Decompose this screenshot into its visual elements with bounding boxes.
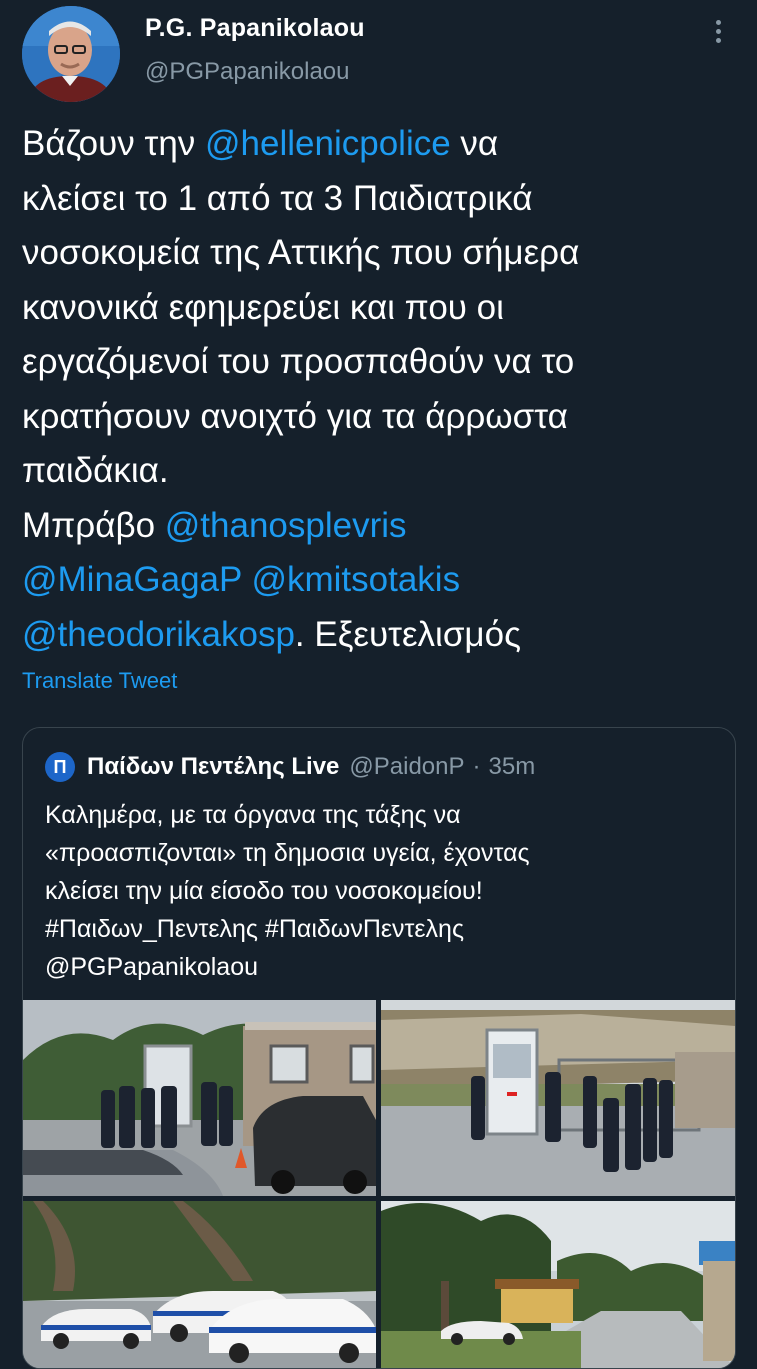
quoted-text-line: Καλημέρα, με τα όργανα της τάξης να (45, 801, 461, 829)
quoted-tweet-header: Π Παίδων Πεντέλης Live @PaidonP · 35m (45, 752, 535, 782)
mention-link[interactable]: @theodorikakosp (22, 615, 295, 654)
photo-3[interactable] (23, 1201, 376, 1368)
tweet-text-line: Βάζουν την @hellenicpolice να (22, 117, 742, 172)
tweet-text-segment: κρατήσουν ανοιχτό για τα άρρωστα (22, 396, 568, 436)
tweet-text-segment: . Εξευτελισμός (294, 614, 521, 654)
quoted-tweet[interactable]: Π Παίδων Πεντέλης Live @PaidonP · 35m Κα… (22, 727, 736, 1369)
quoted-text-line: κλείσει την μία είσοδο του νοσοκομείου! (45, 877, 483, 905)
tweet-text-segment: κανονικά εφημερεύει και που οι (22, 287, 504, 327)
quoted-timestamp[interactable]: 35m (489, 753, 536, 781)
author-display-name[interactable]: P.G. Papanikolaou (145, 14, 365, 43)
tweet-text-line: παιδάκια. (22, 444, 742, 499)
separator-dot: · (472, 753, 481, 780)
tweet-text-line: @theodorikakosp. Εξευτελισμός (22, 608, 742, 663)
tweet-text-segment: παιδάκια. (22, 451, 169, 490)
tweet-text-line: Μπράβο @thanosplevris (22, 499, 742, 554)
translate-tweet-link[interactable]: Translate Tweet (22, 668, 177, 694)
photo-2[interactable] (381, 1000, 735, 1196)
tweet-text-segment: Μπράβο (22, 505, 165, 545)
tweet-text-segment: να (450, 124, 499, 163)
media-grid (23, 1000, 735, 1368)
mention-link[interactable]: @hellenicpolice (205, 124, 451, 163)
tweet-text-line: κλείσει το 1 από τα 3 Παιδιατρικά (22, 172, 742, 227)
tweet-text-line: εργαζόμενοί του προσπαθούν να το (22, 335, 742, 390)
mention-link[interactable]: @kmitsotakis (251, 560, 460, 599)
quoted-text-line: @PGPapanikolaou (45, 953, 259, 981)
mention-link[interactable]: @thanosplevris (165, 506, 407, 545)
quoted-display-name[interactable]: Παίδων Πεντέλης Live (87, 753, 339, 781)
tweet-text-line: κανονικά εφημερεύει και που οι (22, 281, 742, 336)
tweet-text-line: @MinaGagaP @kmitsotakis (22, 553, 742, 608)
tweet-text-segment: εργαζόμενοί του προσπαθούν να το (22, 342, 575, 381)
quoted-text-line: «προασπιζονται» τη δημοσια υγεία, έχοντα… (45, 839, 530, 867)
photo-4[interactable] (381, 1201, 735, 1368)
tweet-text-line: νοσοκομεία της Αττικής που σήμερα (22, 226, 742, 281)
author-handle[interactable]: @PGPapanikolaou (145, 58, 350, 86)
quoted-text-line: #Παιδων_Πεντελης #ΠαιδωνΠεντελης (45, 915, 464, 943)
tweet-text-segment: Βάζουν την (22, 124, 206, 163)
tweet-text-segment (242, 560, 252, 599)
tweet-text: Βάζουν την @hellenicpolice να κλείσει το … (22, 117, 742, 662)
more-vertical-icon[interactable] (706, 16, 730, 52)
quoted-avatar[interactable]: Π (45, 752, 75, 782)
tweet-text-line: κρατήσουν ανοιχτό για τα άρρωστα (22, 390, 742, 445)
quoted-tweet-text: Καλημέρα, με τα όργανα της τάξης να «προ… (45, 796, 725, 986)
tweet-text-segment: κλείσει το 1 από τα 3 Παιδιατρικά (22, 178, 533, 218)
tweet-text-segment: νοσοκομεία της Αττικής που σήμερα (22, 233, 580, 272)
author-avatar[interactable] (22, 6, 120, 102)
mention-link[interactable]: @MinaGagaP (22, 560, 242, 599)
tweet-header: P.G. Papanikolaou @PGPapanikolaou (0, 0, 757, 110)
photo-1[interactable] (23, 1000, 376, 1196)
quoted-handle[interactable]: @PaidonP (349, 753, 464, 781)
